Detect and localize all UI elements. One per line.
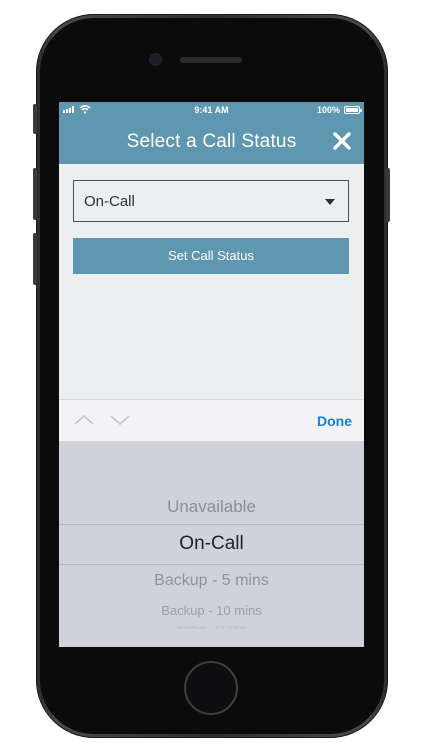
call-status-select[interactable]: On-Call bbox=[73, 180, 349, 222]
volume-up-button bbox=[33, 168, 37, 220]
picker-selection-bottom-line bbox=[59, 564, 364, 565]
done-button[interactable]: Done bbox=[317, 413, 352, 429]
caret-down-icon bbox=[325, 199, 335, 205]
picker-option-backup-5[interactable]: Backup - 5 mins bbox=[59, 572, 364, 590]
picker-toolbar: Done bbox=[59, 399, 364, 441]
volume-down-button bbox=[33, 233, 37, 285]
page-title: Select a Call Status bbox=[126, 131, 297, 152]
battery-icon bbox=[344, 106, 362, 114]
picker-option-backup-10[interactable]: Backup - 10 mins bbox=[59, 603, 364, 618]
home-button[interactable] bbox=[184, 661, 238, 715]
close-icon[interactable] bbox=[331, 130, 353, 152]
battery-percent: 100% bbox=[316, 105, 340, 115]
picker-option-unavailable[interactable]: Unavailable bbox=[59, 497, 364, 517]
app-screen: 9:41 AM 100% Select a Call Status On-Cal… bbox=[59, 102, 364, 647]
silent-switch bbox=[33, 104, 37, 134]
picker-option-backup-15[interactable]: Backup - 15 mins bbox=[59, 625, 364, 630]
status-picker-wheel[interactable]: Unavailable On-Call Backup - 5 mins Back… bbox=[59, 441, 364, 647]
picker-selection-top-line bbox=[59, 524, 364, 525]
earpiece-speaker bbox=[180, 57, 242, 63]
front-camera bbox=[151, 55, 160, 64]
picker-option-on-call[interactable]: On-Call bbox=[59, 533, 364, 555]
call-status-value: On-Call bbox=[84, 193, 135, 210]
nav-bar: Select a Call Status bbox=[59, 119, 364, 164]
status-bar: 9:41 AM 100% bbox=[59, 102, 364, 119]
power-button bbox=[386, 168, 390, 222]
chevron-up-icon[interactable] bbox=[73, 412, 95, 428]
chevron-down-icon[interactable] bbox=[109, 412, 131, 428]
set-call-status-button[interactable]: Set Call Status bbox=[73, 238, 349, 274]
